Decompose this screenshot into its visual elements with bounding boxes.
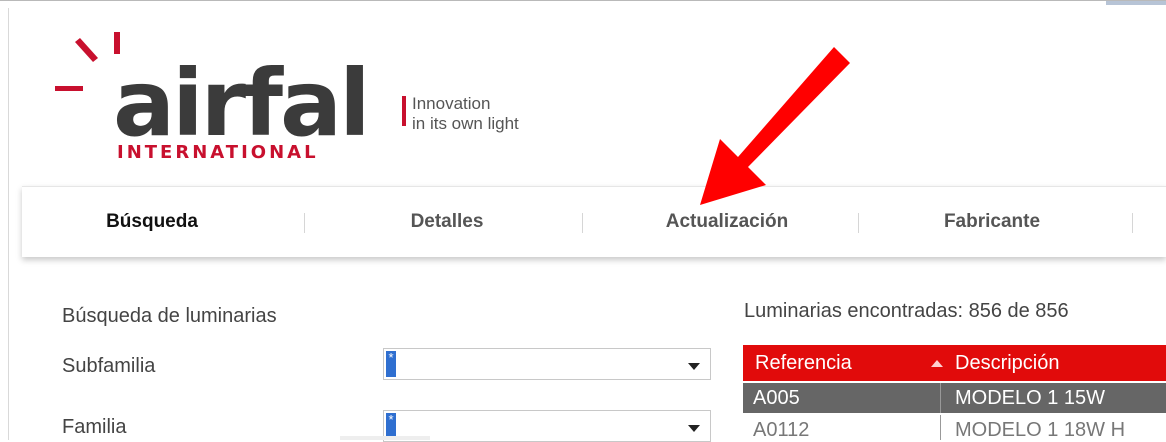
column-header-descripcion[interactable]: Descripción [955, 345, 1059, 381]
chevron-down-icon [688, 363, 700, 370]
brand-header: airfal INTERNATIONAL Innovation in its o… [55, 30, 595, 165]
search-panel-title: Búsqueda de luminarias [62, 305, 277, 327]
table-header: Referencia Descripción [743, 345, 1166, 381]
tab-detalles[interactable]: Detalles [362, 187, 532, 257]
cell-referencia: A005 [753, 387, 800, 409]
results-table: Referencia Descripción A005 MODELO 1 15W… [743, 345, 1166, 440]
main-nav: Búsqueda Detalles Actualización Fabrican… [22, 186, 1166, 257]
sort-ascending-icon[interactable] [931, 360, 943, 367]
cell-divider [940, 415, 941, 440]
subfamilia-value: * [386, 351, 396, 377]
red-arrow-icon [700, 47, 850, 205]
cell-descripcion: MODELO 1 18W H [955, 419, 1126, 440]
brand-logo-text: airfal [113, 50, 371, 157]
nav-separator [304, 213, 305, 233]
tagline-line-2: in its own light [412, 114, 519, 133]
window-top-border [0, 0, 1166, 7]
familia-label: Familia [62, 416, 127, 438]
cell-divider [940, 383, 941, 413]
subfamilia-label: Subfamilia [62, 355, 156, 377]
table-row[interactable]: A005 MODELO 1 15W [743, 383, 1166, 413]
subfamilia-select[interactable]: * [383, 348, 711, 380]
tagline-accent-bar [402, 96, 406, 126]
nav-separator [858, 213, 859, 233]
faint-divider [340, 436, 430, 440]
brand-tagline: Innovation in its own light [412, 94, 519, 134]
tagline-line-1: Innovation [412, 94, 491, 113]
left-divider [8, 8, 9, 440]
column-header-referencia[interactable]: Referencia [755, 345, 852, 381]
familia-select[interactable]: * [383, 410, 711, 442]
results-count: Luminarias encontradas: 856 de 856 [744, 300, 1069, 322]
tab-fabricante[interactable]: Fabricante [902, 187, 1082, 257]
nav-separator [582, 213, 583, 233]
cell-referencia: A0112 [753, 419, 810, 440]
cell-descripcion: MODELO 1 15W [955, 387, 1106, 409]
tab-busqueda[interactable]: Búsqueda [62, 187, 242, 257]
brand-logo-subtitle: INTERNATIONAL [117, 142, 319, 163]
chevron-down-icon [688, 425, 700, 432]
nav-separator [1132, 213, 1133, 233]
table-row[interactable]: A0112 MODELO 1 18W H [743, 415, 1166, 440]
window-top-accent [1106, 1, 1166, 5]
